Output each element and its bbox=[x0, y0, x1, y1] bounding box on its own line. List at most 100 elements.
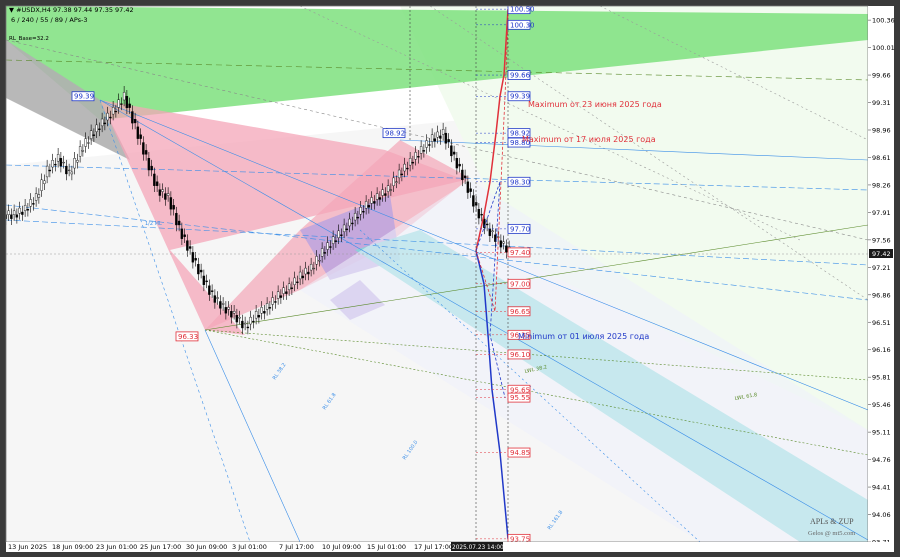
candle-body bbox=[34, 193, 38, 201]
candle-body bbox=[301, 275, 305, 279]
candle-body bbox=[81, 150, 85, 152]
candle-body bbox=[111, 107, 115, 115]
candle-body bbox=[48, 169, 52, 172]
y-tick-label: 100.36 bbox=[872, 17, 895, 25]
candle-body bbox=[411, 161, 415, 164]
candle-body bbox=[417, 156, 420, 158]
candle-body bbox=[37, 194, 41, 198]
candle-body bbox=[386, 185, 390, 192]
candle-body bbox=[202, 275, 206, 285]
target-level-blue-text: 100.50 bbox=[510, 6, 535, 14]
candle-body bbox=[139, 134, 142, 139]
candle-body bbox=[318, 260, 321, 262]
candle-body bbox=[199, 269, 203, 273]
candle-body bbox=[32, 203, 35, 205]
candle-body bbox=[95, 124, 98, 132]
candle-body bbox=[166, 193, 170, 196]
candle-body bbox=[78, 146, 82, 157]
candle-body bbox=[70, 171, 74, 175]
candle-body bbox=[436, 131, 439, 138]
swing-label-low: 96.33 bbox=[178, 333, 198, 341]
candle-body bbox=[298, 271, 302, 280]
candle-body bbox=[257, 315, 261, 318]
candle-body bbox=[144, 150, 148, 155]
candle-body bbox=[252, 320, 255, 323]
candle-body bbox=[238, 316, 241, 319]
candle-body bbox=[235, 315, 239, 323]
swing-label-high: 98.92 bbox=[385, 130, 405, 138]
candle-body bbox=[21, 211, 24, 215]
annotation-max-july: Maximum от 17 июля 2025 года bbox=[522, 135, 656, 144]
target-level-red-text: 97.40 bbox=[510, 249, 530, 257]
candle-body bbox=[161, 189, 164, 192]
candle-body bbox=[408, 158, 412, 166]
candle-body bbox=[364, 201, 368, 209]
candle-body bbox=[224, 307, 228, 314]
candle-body bbox=[208, 285, 211, 295]
candle-body bbox=[219, 301, 222, 309]
symbol-line: ▼ #USDX,H4 97.38 97.44 97.35 97.42 bbox=[9, 6, 134, 14]
candle-body bbox=[274, 301, 277, 303]
candle-body bbox=[59, 158, 63, 167]
target-level-blue-text: 100.30 bbox=[510, 21, 535, 29]
candle-body bbox=[406, 167, 409, 170]
candle-body bbox=[23, 205, 27, 211]
candle-body bbox=[395, 181, 398, 183]
candle-body bbox=[197, 263, 200, 275]
candle-body bbox=[419, 146, 423, 154]
candle-body bbox=[433, 138, 437, 142]
watermark-line1: APLs & ZUP bbox=[810, 517, 854, 526]
candle-body bbox=[54, 163, 57, 166]
candle-body bbox=[12, 210, 16, 215]
x-tick-label: 17 Jul 17:00 bbox=[414, 543, 453, 551]
y-tick-label: 99.66 bbox=[872, 72, 891, 80]
candle-body bbox=[329, 246, 332, 248]
candle-body bbox=[29, 199, 32, 207]
y-tick-label: 94.41 bbox=[872, 484, 891, 492]
candle-body bbox=[254, 311, 258, 319]
candle-body bbox=[158, 189, 162, 196]
candle-body bbox=[26, 209, 30, 211]
candle-body bbox=[485, 223, 489, 226]
candle-body bbox=[353, 212, 357, 221]
candle-body bbox=[40, 179, 43, 191]
candle-body bbox=[216, 297, 219, 299]
candle-body bbox=[342, 224, 346, 233]
annotation-max-june: Maximum от 23 июня 2025 года bbox=[528, 100, 662, 109]
candle-body bbox=[133, 119, 137, 124]
candle-body bbox=[92, 134, 96, 136]
candle-body bbox=[73, 158, 76, 169]
candle-body bbox=[362, 211, 365, 213]
candle-body bbox=[175, 212, 178, 226]
candle-body bbox=[315, 256, 318, 265]
candle-body bbox=[422, 150, 426, 152]
candle-body bbox=[477, 209, 481, 219]
candle-body bbox=[15, 214, 19, 218]
candle-body bbox=[221, 303, 225, 305]
price-chart[interactable]: 100.50100.3099.6699.3998.9298.8098.3097.… bbox=[0, 0, 900, 557]
candle-body bbox=[186, 240, 189, 251]
x-tick-label: 18 Jun 09:00 bbox=[52, 543, 93, 551]
candle-body bbox=[472, 195, 475, 207]
candle-body bbox=[271, 297, 274, 305]
y-tick-label: 95.11 bbox=[872, 429, 891, 437]
candle-body bbox=[469, 188, 472, 192]
candle-body bbox=[488, 228, 492, 236]
candle-body bbox=[230, 311, 233, 318]
candle-body bbox=[263, 311, 266, 314]
candle-body bbox=[65, 165, 68, 175]
x-tick-label: 7 Jul 17:00 bbox=[279, 543, 314, 551]
y-tick-label: 95.46 bbox=[872, 401, 891, 409]
candle-body bbox=[480, 213, 483, 216]
candle-body bbox=[285, 291, 288, 294]
candle-body bbox=[194, 258, 197, 261]
candle-body bbox=[128, 103, 131, 108]
candle-body bbox=[439, 135, 442, 139]
candle-body bbox=[425, 140, 428, 148]
candle-body bbox=[348, 218, 351, 227]
y-tick-label: 98.96 bbox=[872, 126, 891, 134]
candle-body bbox=[452, 151, 456, 155]
candle-body bbox=[260, 307, 263, 314]
candle-body bbox=[403, 163, 406, 172]
candle-body bbox=[296, 281, 299, 284]
